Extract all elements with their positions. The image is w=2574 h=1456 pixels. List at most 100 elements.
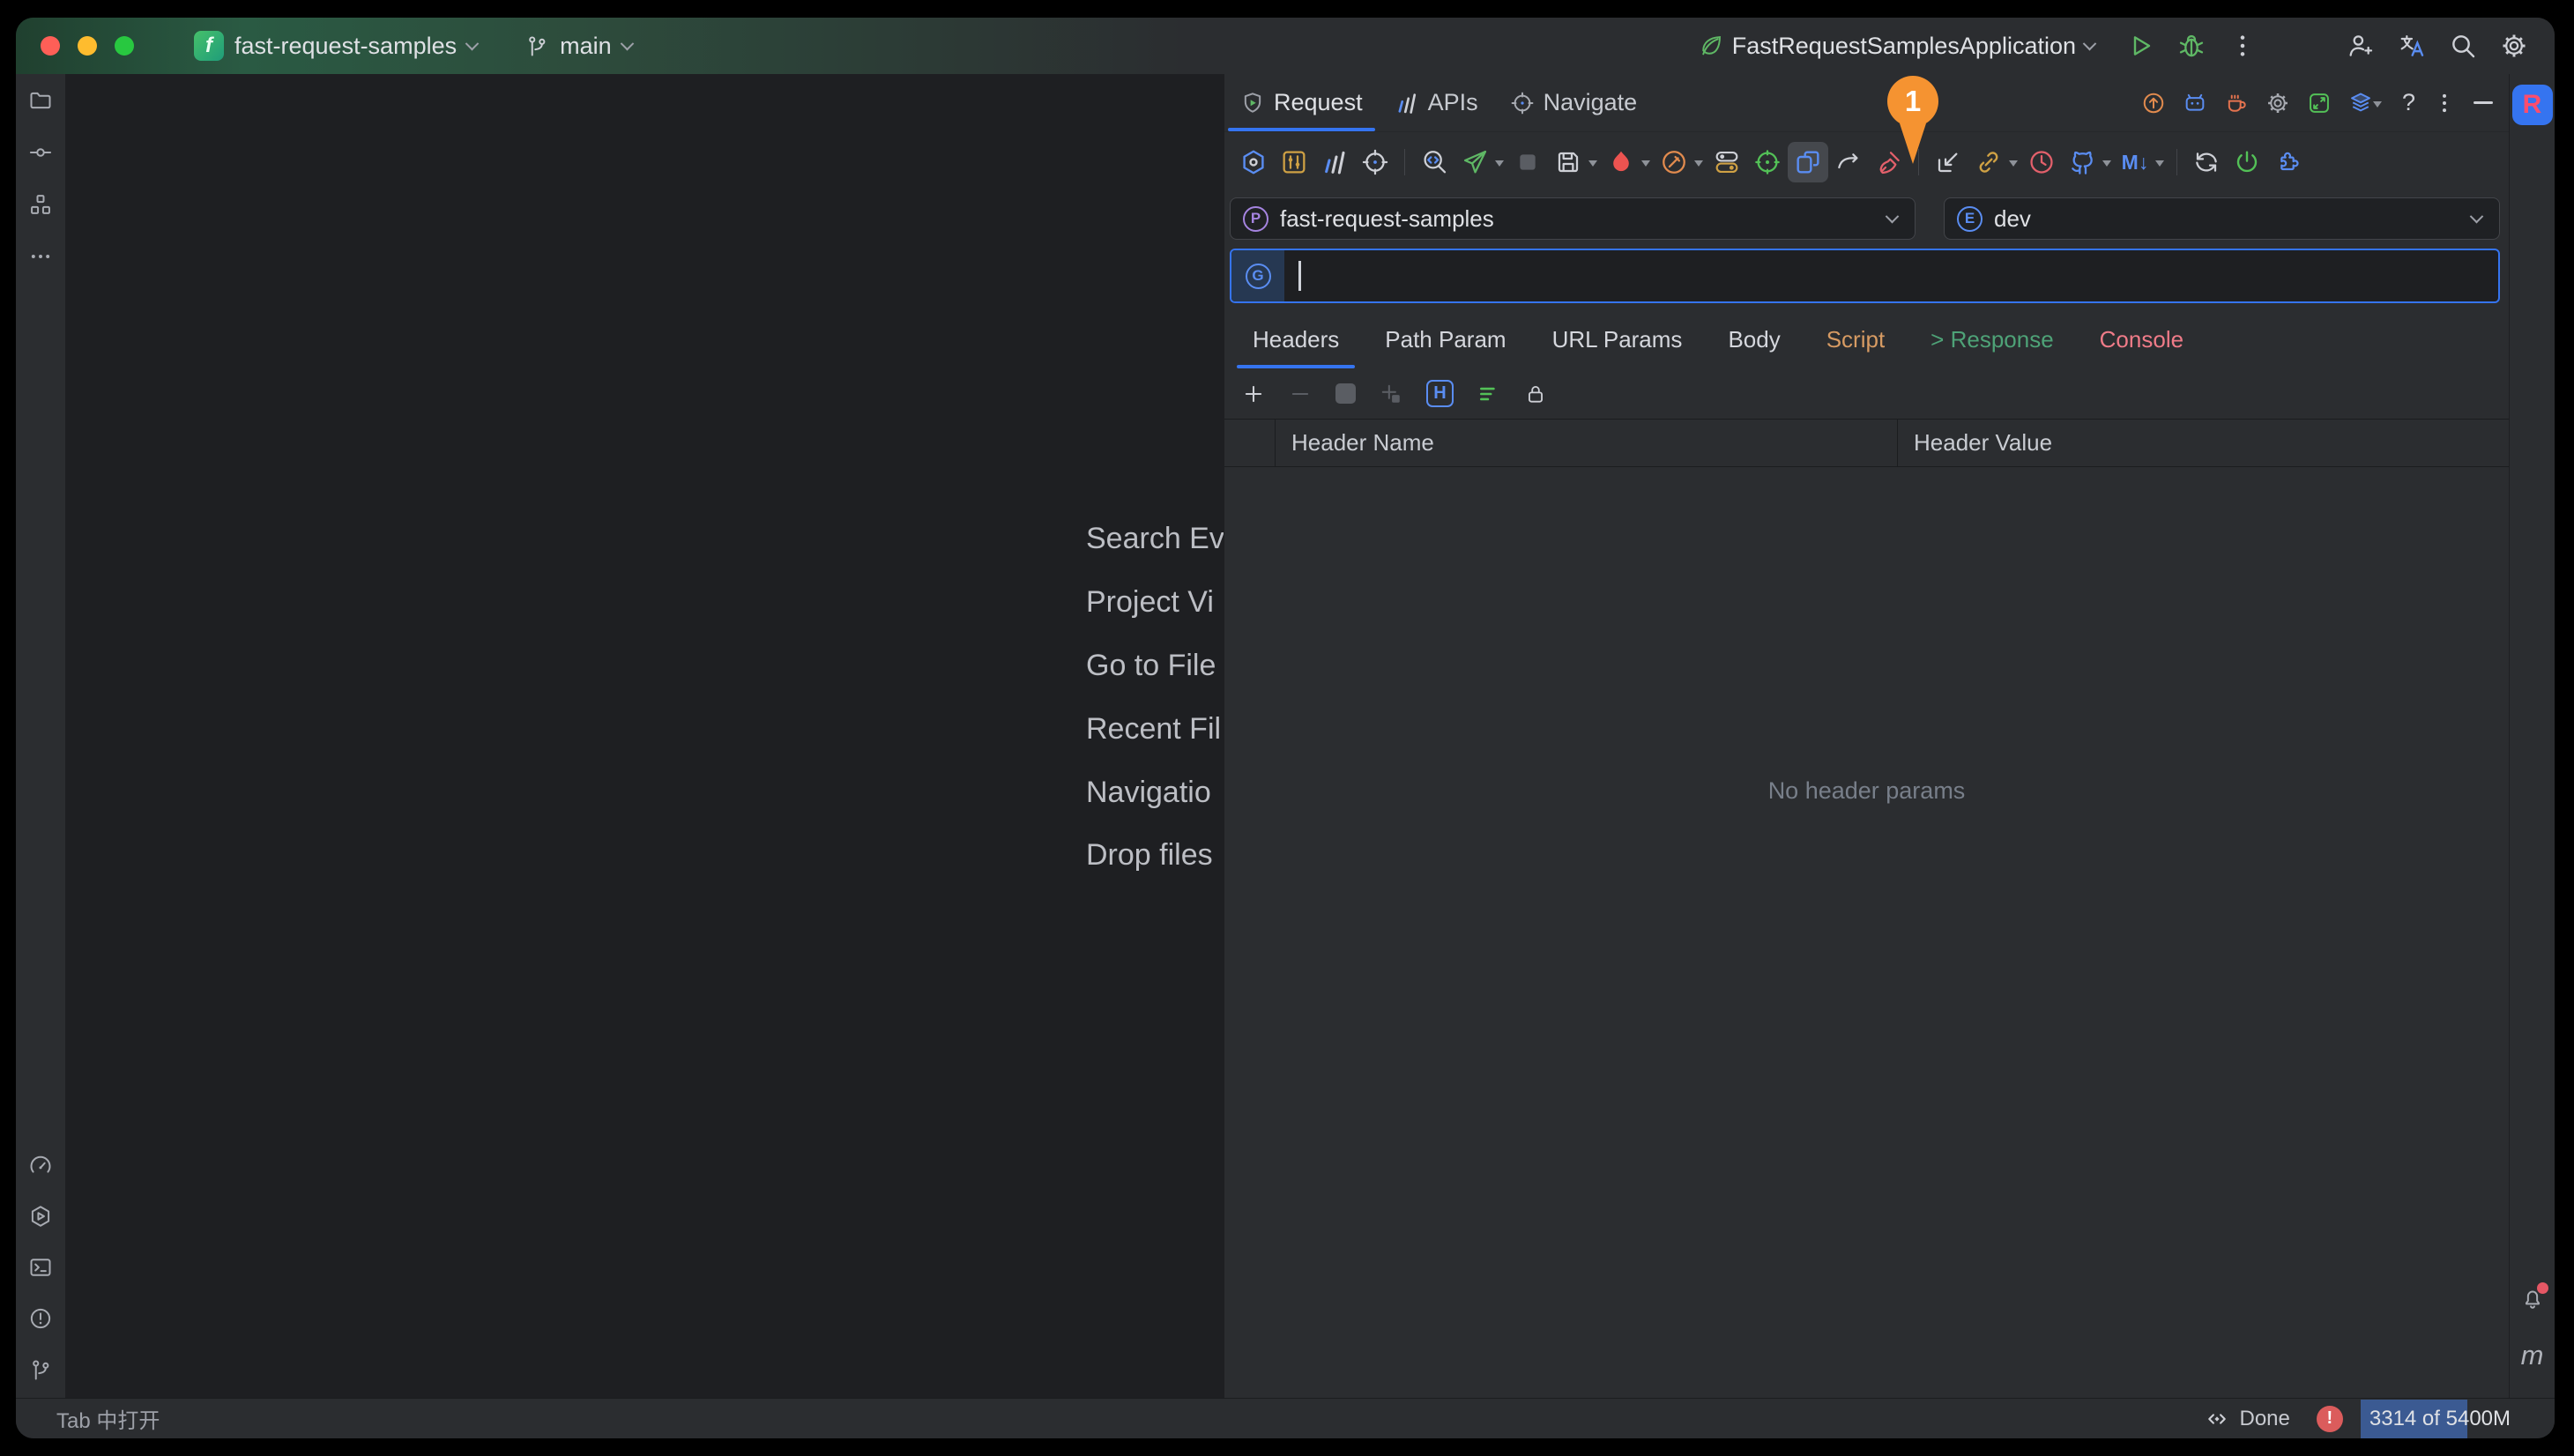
notifications-button[interactable] <box>2520 1286 2545 1315</box>
edit-options-arrow-icon[interactable] <box>1694 160 1703 171</box>
copy-link-button[interactable] <box>1968 142 2009 182</box>
config-button[interactable] <box>1233 142 1274 182</box>
send-options-arrow-icon[interactable] <box>1495 160 1504 171</box>
lock-icon[interactable] <box>1524 383 1547 405</box>
project-tool-window-button[interactable] <box>28 88 53 113</box>
more-run-options-button[interactable] <box>2228 32 2257 60</box>
headers-table-body[interactable]: No header params <box>1224 467 2509 1398</box>
toolwindow-settings-button[interactable] <box>1274 142 1314 182</box>
tab-apis[interactable]: APIs <box>1379 74 1494 131</box>
project-combobox[interactable]: P fast-request-samples <box>1230 197 1916 240</box>
method-get-icon: G <box>1246 264 1271 289</box>
subtab-response[interactable]: > Response <box>1908 310 2076 368</box>
project-avatar-icon: f <box>194 31 224 61</box>
version-control-tool-window-button[interactable] <box>28 1357 53 1382</box>
edit-disabled-button[interactable] <box>1654 142 1694 182</box>
profiler-tool-window-button[interactable] <box>28 1153 53 1177</box>
memory-indicator[interactable]: 3314 of 5400M <box>2361 1400 2519 1438</box>
terminal-tool-window-button[interactable] <box>28 1255 53 1280</box>
problems-tool-window-button[interactable] <box>28 1306 53 1331</box>
copy-icon <box>1794 148 1822 176</box>
expand-view-icon[interactable] <box>2307 91 2332 115</box>
refresh-button[interactable] <box>2186 142 2227 182</box>
run-configuration-selector[interactable]: FastRequestSamplesApplication <box>1690 27 2103 65</box>
search-api-button[interactable] <box>1414 142 1454 182</box>
reload-plugin-button[interactable] <box>2227 142 2267 182</box>
project-widget[interactable]: f fast-request-samples <box>185 26 486 66</box>
structure-tool-window-button[interactable] <box>28 192 53 217</box>
request-shield-icon <box>1240 91 1265 115</box>
toggle-params-button[interactable] <box>1707 142 1747 182</box>
subtab-headers[interactable]: Headers <box>1230 310 1362 368</box>
save-options-arrow-icon[interactable] <box>1588 160 1597 171</box>
maven-tool-window-button[interactable]: m <box>2521 1340 2544 1371</box>
subtab-path-param[interactable]: Path Param <box>1362 310 1529 368</box>
github-sync-button[interactable] <box>2062 142 2102 182</box>
upgrade-icon[interactable] <box>2141 91 2166 115</box>
services-tool-window-button[interactable] <box>28 1204 53 1229</box>
save-icon <box>1554 148 1582 176</box>
panel-options-kebab-icon[interactable] <box>2432 91 2457 115</box>
close-window-button[interactable] <box>41 36 60 56</box>
docs-options-arrow-icon[interactable] <box>1641 160 1650 171</box>
save-request-button[interactable] <box>1548 142 1588 182</box>
github-options-arrow-icon[interactable] <box>2102 160 2111 171</box>
clear-headers-button[interactable] <box>1335 383 1356 404</box>
subtab-script[interactable]: Script <box>1804 310 1908 368</box>
api-list-button[interactable] <box>1314 142 1355 182</box>
run-button[interactable] <box>2126 32 2154 60</box>
markdown-export-button[interactable]: M↓ <box>2115 142 2155 182</box>
stop-request-button[interactable] <box>1507 142 1548 182</box>
subtab-console[interactable]: Console <box>2077 310 2206 368</box>
zoom-window-button[interactable] <box>115 36 134 56</box>
add-from-template-button[interactable] <box>1380 383 1402 405</box>
import-button[interactable] <box>1928 142 1968 182</box>
subtab-url-params[interactable]: URL Params <box>1529 310 1706 368</box>
help-icon[interactable]: ? <box>2402 91 2415 115</box>
debug-button[interactable] <box>2177 32 2206 60</box>
history-button[interactable] <box>2021 142 2062 182</box>
tab-navigate[interactable]: Navigate <box>1494 74 1654 131</box>
panel-settings-gear-icon[interactable] <box>2265 91 2290 115</box>
minimize-window-button[interactable] <box>78 36 97 56</box>
global-header-toggle[interactable]: H <box>1426 380 1454 407</box>
url-input[interactable] <box>1301 250 2499 301</box>
build-status-icon[interactable] <box>2205 1407 2229 1431</box>
more-tool-windows-button[interactable] <box>28 244 53 269</box>
commit-tool-window-button[interactable] <box>28 140 53 165</box>
sort-lines-icon[interactable] <box>1477 383 1500 405</box>
remove-header-button[interactable] <box>1289 383 1312 405</box>
build-status-text[interactable]: Done <box>2240 1407 2290 1431</box>
search-everywhere-button[interactable] <box>2449 32 2477 60</box>
header-value-column[interactable]: Header Value <box>1898 420 2509 466</box>
http-method-segment[interactable]: G <box>1231 250 1284 301</box>
settings-gear-button[interactable] <box>2500 32 2528 60</box>
editor-empty-area[interactable]: Search Ev Project Vi Go to File Recent F… <box>66 74 1224 1398</box>
vcs-branch-widget[interactable]: main <box>516 27 641 65</box>
link-options-arrow-icon[interactable] <box>2009 160 2018 171</box>
subtab-body[interactable]: Body <box>1705 310 1803 368</box>
fast-request-logo[interactable]: R <box>2512 85 2553 125</box>
coffee-donate-icon[interactable] <box>2224 91 2249 115</box>
translate-button[interactable] <box>2398 32 2426 60</box>
locate-api-button[interactable] <box>1747 142 1788 182</box>
chart-bars-icon <box>1320 148 1349 176</box>
plugin-settings-button[interactable] <box>2267 142 2308 182</box>
navigate-to-code-button[interactable] <box>1355 142 1395 182</box>
step-badge-balloon: 1 <box>1887 76 1938 127</box>
error-notification-icon[interactable]: ! <box>2317 1406 2343 1432</box>
environment-combobox[interactable]: E dev <box>1944 197 2500 240</box>
markdown-options-arrow-icon[interactable] <box>2155 160 2164 171</box>
copy-request-button[interactable] <box>1788 142 1828 182</box>
api-docs-button[interactable] <box>1601 142 1641 182</box>
add-header-button[interactable] <box>1242 383 1265 405</box>
code-with-me-button[interactable] <box>2347 32 2375 60</box>
send-request-button[interactable] <box>1454 142 1495 182</box>
layout-selector[interactable] <box>2348 91 2385 115</box>
tab-request[interactable]: Request <box>1224 74 1379 131</box>
robot-assistant-icon[interactable] <box>2183 91 2207 115</box>
header-name-column[interactable]: Header Name <box>1276 420 1898 466</box>
hide-panel-button[interactable] <box>2474 101 2493 104</box>
project-badge-icon: P <box>1243 206 1268 232</box>
redo-button[interactable] <box>1828 142 1869 182</box>
